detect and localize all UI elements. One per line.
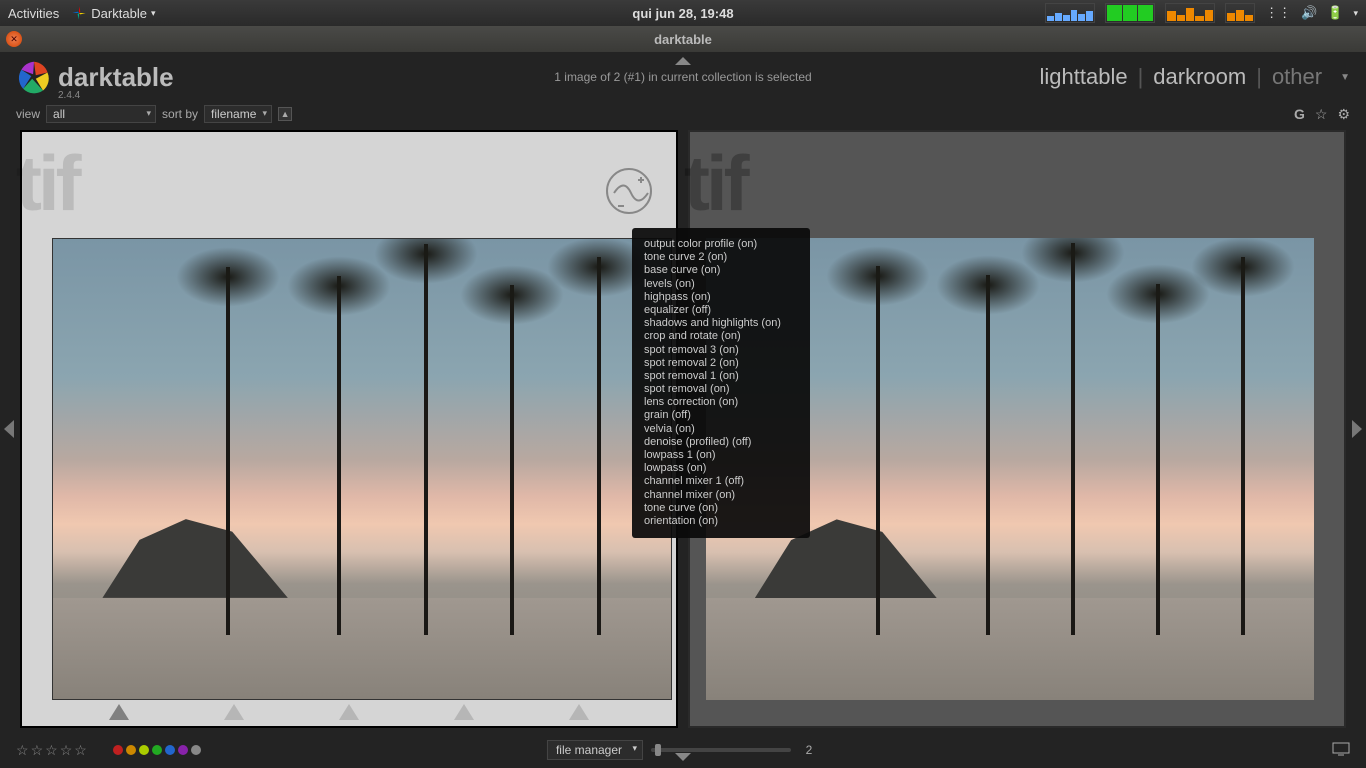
system-graph-1 [1045,3,1095,23]
view-select[interactable]: all [46,105,156,123]
altered-icon [606,168,652,214]
clock[interactable]: qui jun 28, 19:48 [632,6,733,21]
color-label-dot[interactable] [178,745,188,755]
history-entry: denoise (profiled) (off) [644,436,798,449]
preferences-button[interactable]: ⚙ [1337,106,1350,123]
star-4-icon[interactable]: ☆ [60,742,73,759]
star-2-icon[interactable]: ☆ [31,742,44,759]
history-entry: grain (off) [644,409,798,422]
history-entry: shadows and highlights (on) [644,317,798,330]
system-graph-3 [1165,3,1215,23]
layout-mode-select[interactable]: file manager [547,740,643,760]
history-entry: levels (on) [644,278,798,291]
history-entry: channel mixer 1 (off) [644,475,798,488]
history-entry: highpass (on) [644,291,798,304]
color-label-dot[interactable] [113,745,123,755]
thumbnail-1[interactable]: tif [20,130,678,728]
color-label-dot[interactable] [152,745,162,755]
grouping-toggle[interactable]: G [1294,106,1305,123]
system-graph-4 [1225,3,1255,23]
filetype-watermark: tif [16,138,78,229]
expand-right-panel-icon[interactable] [1350,126,1366,732]
window-titlebar: ✕ darktable [0,26,1366,52]
mode-other-chevron-icon[interactable]: ▼ [1340,72,1350,83]
history-entry: spot removal 3 (on) [644,344,798,357]
history-entry: spot removal 1 (on) [644,370,798,383]
darktable-icon [71,5,87,21]
wifi-icon[interactable]: ⋮⋮ [1265,5,1291,21]
history-entry: spot removal (on) [644,383,798,396]
collapse-bottom-panel-icon[interactable] [675,750,691,768]
sort-direction-button[interactable]: ▲ [278,107,292,121]
app-header: darktable 2.4.4 1 image of 2 (#1) in cur… [0,52,1366,102]
selection-status: 1 image of 2 (#1) in current collection … [554,70,811,84]
darktable-logo-icon [16,59,52,95]
history-entry: velvia (on) [644,423,798,436]
history-entry: tone curve 2 (on) [644,251,798,264]
gnome-topbar: Activities Darktable ▾ qui jun 28, 19:48… [0,0,1366,26]
history-entry: crop and rotate (on) [644,330,798,343]
star-rating[interactable]: ☆ ☆ ☆ ☆ ☆ [16,742,87,759]
thumbnail-image [52,238,672,700]
sort-label: sort by [162,107,198,121]
window-title: darktable [654,32,712,47]
app-version: 2.4.4 [58,90,80,101]
overlays-toggle-icon[interactable]: ☆ [1315,106,1328,123]
history-entry: base curve (on) [644,264,798,277]
display-profile-icon[interactable] [1332,742,1350,759]
history-entry: output color profile (on) [644,238,798,251]
history-entry: spot removal 2 (on) [644,357,798,370]
history-entry: channel mixer (on) [644,489,798,502]
thumbnail-markers [22,704,676,724]
history-stack-tooltip: output color profile (on)tone curve 2 (o… [632,228,810,538]
history-entry: orientation (on) [644,515,798,528]
mode-darkroom[interactable]: darkroom [1153,64,1246,90]
color-label-dot[interactable] [165,745,175,755]
app-menu[interactable]: Darktable ▾ [71,5,155,21]
filter-bar: view all sort by filename ▲ G ☆ ⚙ [0,102,1366,126]
window-close-button[interactable]: ✕ [6,31,22,47]
system-graph-2 [1105,3,1155,23]
star-1-icon[interactable]: ☆ [16,742,29,759]
history-entry: tone curve (on) [644,502,798,515]
history-entry: lowpass 1 (on) [644,449,798,462]
system-menu-chevron-icon[interactable]: ▾ [1353,8,1358,19]
color-label-dot[interactable] [126,745,136,755]
color-labels [113,745,201,755]
filetype-watermark: tif [684,138,746,229]
activities-button[interactable]: Activities [8,6,59,21]
star-5-icon[interactable]: ☆ [74,742,87,759]
sort-select[interactable]: filename [204,105,272,123]
star-3-icon[interactable]: ☆ [45,742,58,759]
zoom-value: 2 [799,743,819,757]
color-label-dot[interactable] [191,745,201,755]
expand-left-panel-icon[interactable] [0,126,16,732]
mode-other[interactable]: other [1272,64,1322,90]
history-entry: equalizer (off) [644,304,798,317]
volume-icon[interactable]: 🔊 [1301,5,1317,21]
zoom-slider[interactable] [651,748,791,752]
color-label-dot[interactable] [139,745,149,755]
history-entry: lowpass (on) [644,462,798,475]
mode-lighttable[interactable]: lighttable [1040,64,1128,90]
battery-icon[interactable]: 🔋 [1327,5,1343,21]
view-label: view [16,107,40,121]
history-entry: lens correction (on) [644,396,798,409]
app-name: darktable [58,62,174,93]
